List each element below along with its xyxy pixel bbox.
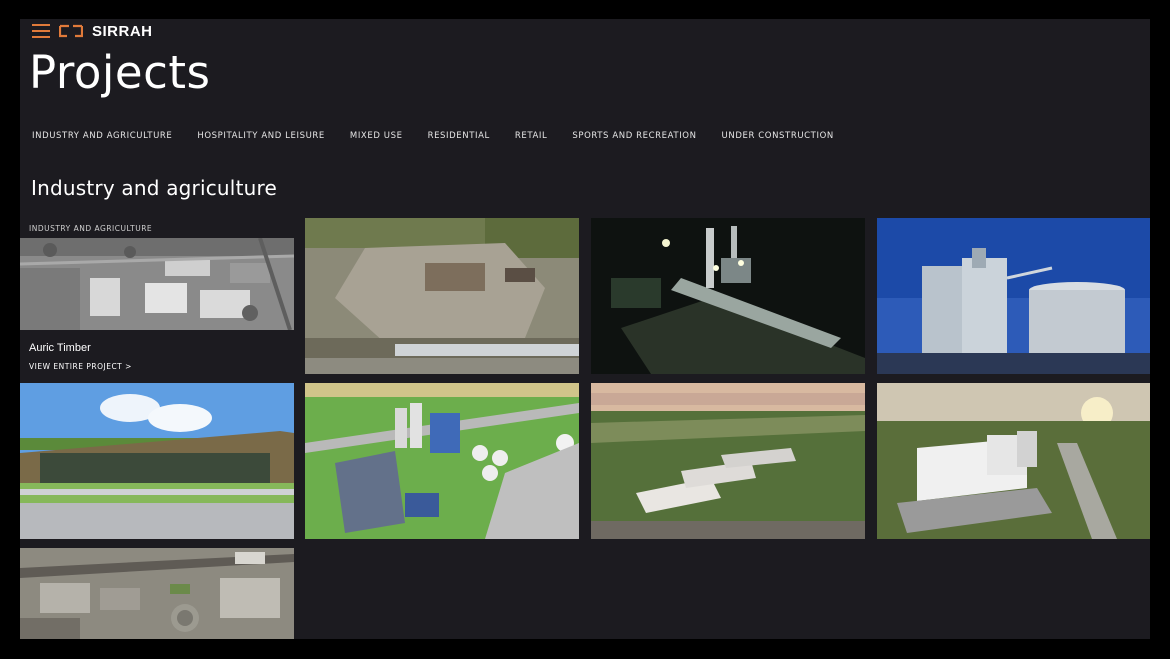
- filter-retail[interactable]: RETAIL: [515, 131, 547, 141]
- project-image-white-facility-sunset[interactable]: [877, 383, 1150, 539]
- category-filters: INDUSTRY AND AGRICULTURE HOSPITALITY AND…: [32, 131, 859, 141]
- filter-industry-agriculture[interactable]: INDUSTRY AND AGRICULTURE: [32, 131, 172, 141]
- project-image-green-roof-render[interactable]: [20, 383, 294, 539]
- project-image-warehouses-sunset[interactable]: [591, 383, 865, 539]
- project-name: Auric Timber: [29, 342, 91, 354]
- sirrah-logo[interactable]: SIRRAH: [59, 21, 153, 41]
- logo-mark-icon: [59, 24, 83, 38]
- device-frame: SIRRAH Projects INDUSTRY AND AGRICULTURE…: [0, 0, 1170, 659]
- filter-mixed-use[interactable]: MIXED USE: [350, 131, 403, 141]
- project-image-construction-site[interactable]: [305, 218, 579, 374]
- project-category-label: INDUSTRY AND AGRICULTURE: [29, 224, 153, 233]
- section-title: Industry and agriculture: [31, 176, 277, 200]
- project-image-biofuel-plant-render[interactable]: [305, 383, 579, 539]
- project-image-night-plant[interactable]: [591, 218, 865, 374]
- view-project-link[interactable]: VIEW ENTIRE PROJECT >: [29, 362, 132, 371]
- page-title: Projects: [29, 46, 211, 99]
- browser-viewport: SIRRAH Projects INDUSTRY AND AGRICULTURE…: [20, 19, 1150, 639]
- filter-residential[interactable]: RESIDENTIAL: [428, 131, 490, 141]
- filter-under-construction[interactable]: UNDER CONSTRUCTION: [722, 131, 834, 141]
- project-image-auric-timber[interactable]: [20, 238, 294, 330]
- filter-hospitality-leisure[interactable]: HOSPITALITY AND LEISURE: [197, 131, 325, 141]
- menu-icon[interactable]: [32, 24, 50, 38]
- logo-text: SIRRAH: [92, 22, 153, 40]
- project-image-satellite-site[interactable]: [20, 548, 294, 639]
- top-nav: SIRRAH: [20, 19, 1150, 43]
- filter-sports-recreation[interactable]: SPORTS AND RECREATION: [572, 131, 696, 141]
- project-image-grain-silos[interactable]: [877, 218, 1150, 374]
